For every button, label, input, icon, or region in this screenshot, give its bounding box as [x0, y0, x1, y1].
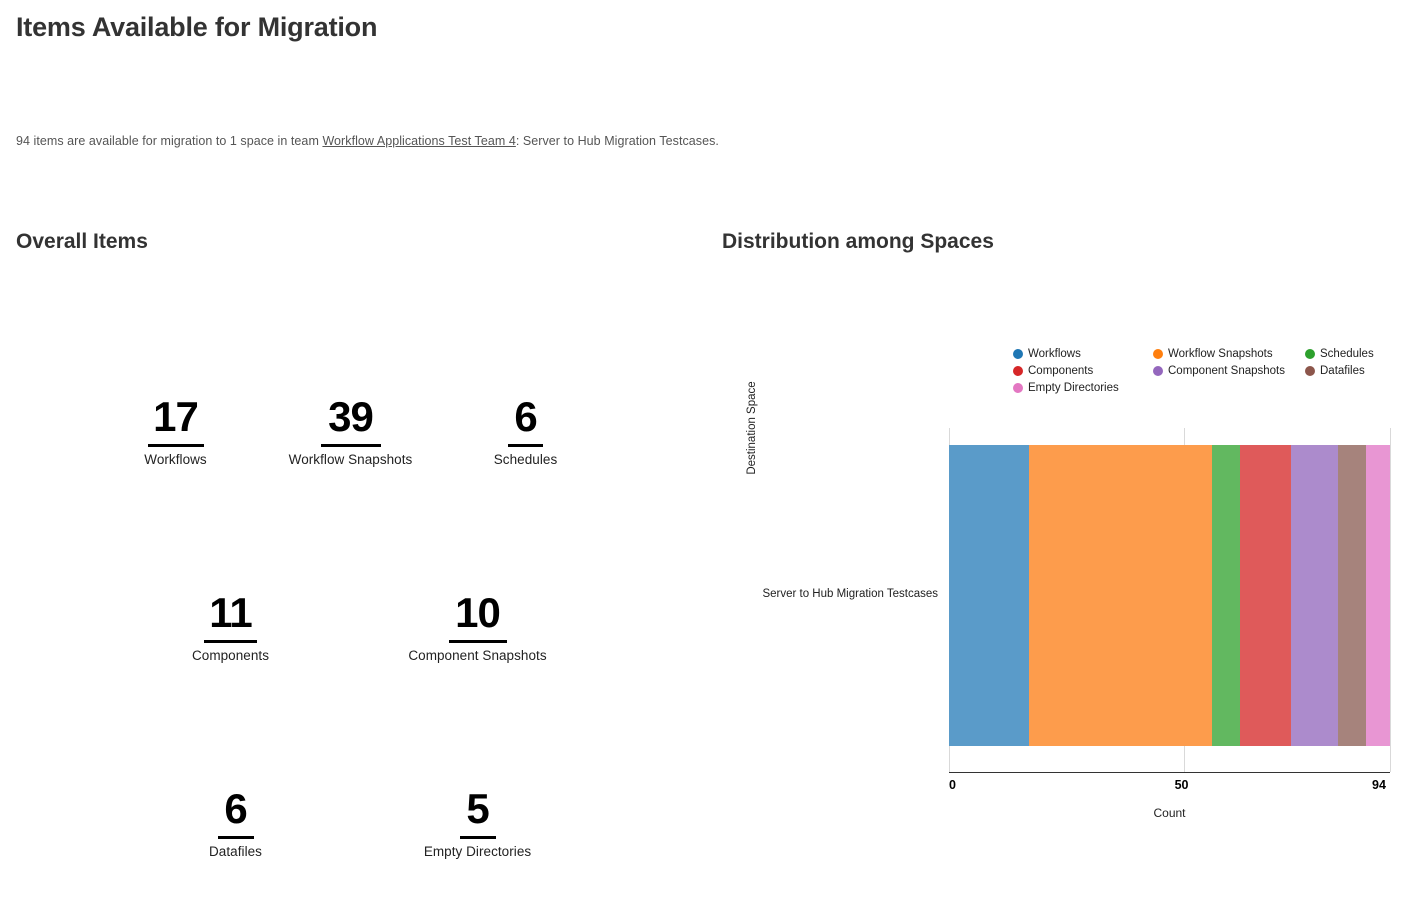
- legend-swatch-icon: [1153, 366, 1163, 376]
- legend-label: Workflows: [1028, 348, 1081, 360]
- distribution-chart: Workflows Workflow Snapshots Schedules Comp…: [710, 330, 1410, 840]
- stat-label: Schedules: [493, 452, 558, 467]
- legend-swatch-icon: [1153, 349, 1163, 359]
- legend-label: Datafiles: [1320, 365, 1365, 377]
- stat-label: Component Snapshots: [408, 648, 547, 663]
- distribution-heading: Distribution among Spaces: [722, 230, 994, 253]
- stat-underline: [508, 444, 543, 447]
- stat-underline: [459, 836, 496, 839]
- stat-label: Empty Directories: [423, 844, 532, 859]
- stat-card-workflow-snapshots: 39 Workflow Snapshots: [263, 393, 438, 468]
- stat-value: 5: [466, 785, 489, 832]
- legend-swatch-icon: [1013, 349, 1023, 359]
- stat-card-workflows: 17 Workflows: [88, 393, 263, 468]
- bar-segment[interactable]: [1338, 445, 1367, 746]
- chart-legend: Workflows Workflow Snapshots Schedules Comp…: [1013, 348, 1403, 394]
- stat-value: 17: [153, 393, 199, 440]
- bar-segment[interactable]: [949, 445, 1029, 746]
- legend-swatch-icon: [1305, 349, 1315, 359]
- stat-card-empty-directories: 5 Empty Directories: [390, 785, 565, 860]
- legend-entry[interactable]: Datafiles: [1305, 365, 1403, 377]
- migration-summary-text: 94 items are available for migration to …: [16, 134, 719, 148]
- stacked-bar[interactable]: [949, 445, 1390, 746]
- team-link[interactable]: Workflow Applications Test Team 4: [322, 134, 515, 148]
- bar-segment[interactable]: [1239, 445, 1292, 746]
- stat-value: 39: [328, 393, 374, 440]
- stat-row: 6 Datafiles 5 Empty Directories: [0, 785, 700, 860]
- overall-items-heading: Overall Items: [16, 230, 148, 253]
- legend-label: Schedules: [1320, 348, 1374, 360]
- legend-label: Workflow Snapshots: [1168, 348, 1273, 360]
- chart-x-axis-label: Count: [1153, 806, 1186, 820]
- stat-label: Components: [191, 648, 270, 663]
- overall-items-stat-grid: 17 Workflows 39 Workflow Snapshots 6 Sch…: [0, 380, 700, 900]
- legend-entry[interactable]: Component Snapshots: [1153, 365, 1305, 377]
- stat-underline: [448, 640, 507, 643]
- legend-label: Components: [1028, 365, 1094, 377]
- summary-text-before-link: 94 items are available for migration to …: [16, 134, 323, 148]
- legend-entry[interactable]: Schedules: [1305, 348, 1403, 360]
- stat-value: 10: [455, 589, 501, 636]
- legend-entry[interactable]: Workflows: [1013, 348, 1153, 360]
- chart-plot-area: 0 50 94 Count: [949, 428, 1391, 820]
- legend-swatch-icon: [1013, 366, 1023, 376]
- stat-value: 6: [224, 785, 247, 832]
- bar-segment[interactable]: [1366, 445, 1390, 746]
- legend-entry[interactable]: Empty Directories: [1013, 382, 1153, 394]
- summary-text-after-link: : Server to Hub Migration Testcases.: [515, 134, 719, 148]
- bar-segment[interactable]: [1291, 445, 1339, 746]
- x-tick-label: 0: [949, 778, 956, 792]
- stat-label: Workflow Snapshots: [288, 452, 413, 467]
- chart-category-tick-label: Server to Hub Migration Testcases: [762, 588, 938, 600]
- legend-entry[interactable]: Workflow Snapshots: [1153, 348, 1305, 360]
- chart-x-axis-spine: [949, 772, 1390, 773]
- legend-swatch-icon: [1305, 366, 1315, 376]
- page-title: Items Available for Migration: [16, 12, 378, 42]
- bar-segment[interactable]: [1028, 445, 1212, 746]
- legend-label: Component Snapshots: [1168, 365, 1285, 377]
- stat-row: 11 Components 10 Component Snapshots: [0, 589, 700, 664]
- stat-card-components: 11 Components: [143, 589, 318, 664]
- stat-label: Workflows: [144, 452, 207, 467]
- legend-entry[interactable]: Components: [1013, 365, 1153, 377]
- legend-label: Empty Directories: [1028, 382, 1119, 394]
- x-tick-label: 94: [1372, 778, 1386, 792]
- stat-card-schedules: 6 Schedules: [438, 393, 613, 468]
- legend-swatch-icon: [1013, 383, 1023, 393]
- x-tick-label: 50: [1174, 778, 1189, 792]
- stat-underline: [217, 836, 254, 839]
- stat-row: 17 Workflows 39 Workflow Snapshots 6 Sch…: [0, 393, 700, 468]
- stat-value: 6: [514, 393, 537, 440]
- stat-card-component-snapshots: 10 Component Snapshots: [390, 589, 565, 664]
- stat-value: 11: [209, 589, 252, 636]
- stat-underline: [204, 640, 257, 643]
- stat-label: Datafiles: [209, 844, 262, 859]
- gridline: [1390, 428, 1391, 772]
- stat-card-datafiles: 6 Datafiles: [148, 785, 323, 860]
- stat-underline: [147, 444, 204, 447]
- chart-y-axis-label: Destination Space: [746, 381, 758, 475]
- bar-segment[interactable]: [1211, 445, 1240, 746]
- stat-underline: [320, 444, 381, 447]
